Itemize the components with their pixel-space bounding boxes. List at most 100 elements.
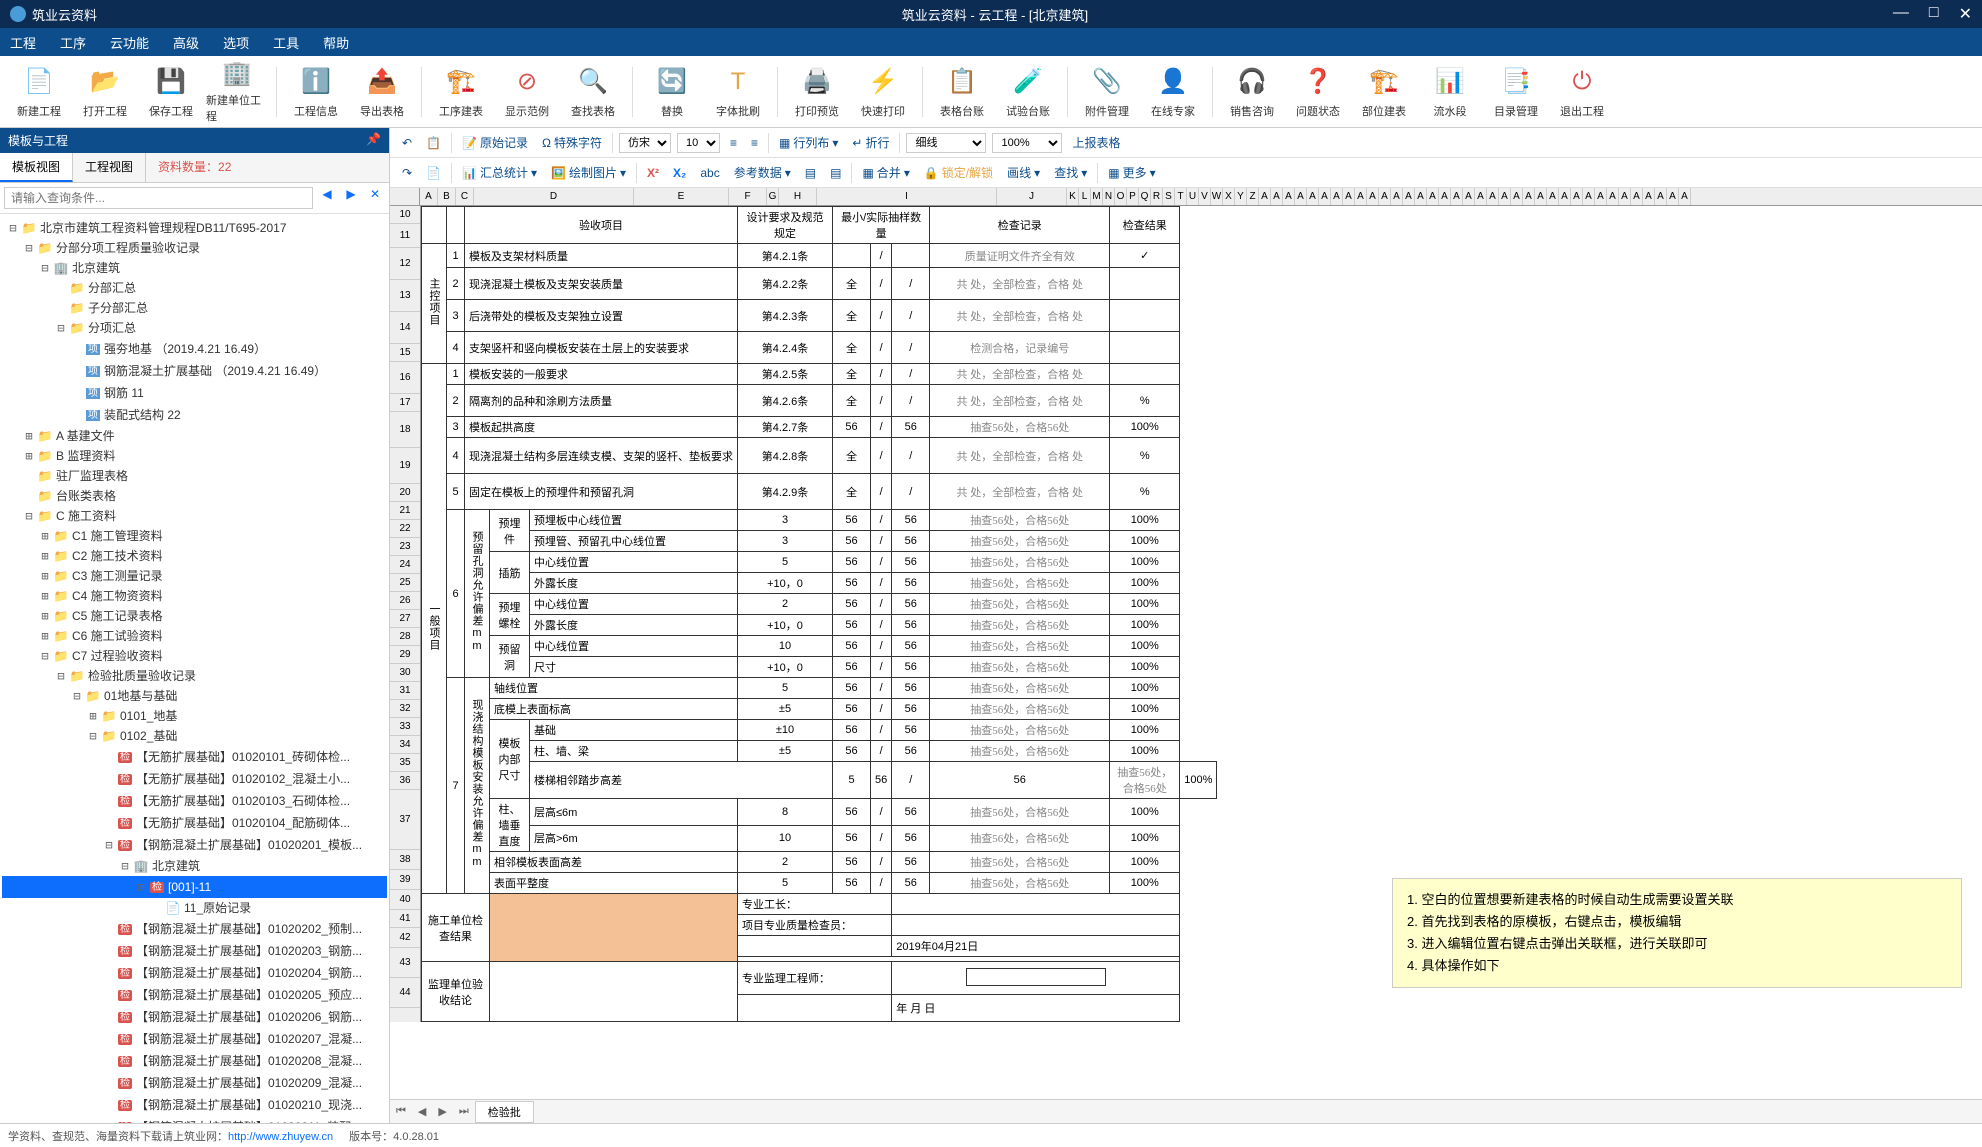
tree-view[interactable]: ⊟📁北京市建筑工程资料管理规程DB11/T695-2017⊟📁分部分项工程质量验… [0, 214, 389, 1123]
toolbar-工程信息[interactable]: ℹ️工程信息 [285, 60, 347, 124]
size-select[interactable]: 10 [677, 133, 720, 153]
tab-next-icon[interactable]: ▶ [432, 1105, 452, 1118]
tree-node[interactable]: 检【钢筋混凝土扩展基础】01020209_混凝... [2, 1072, 387, 1094]
tree-node[interactable]: 📄11_原始记录 [2, 898, 387, 918]
search-next-icon[interactable]: ▶ [341, 187, 361, 209]
toolbar-退出工程[interactable]: ⏻退出工程 [1551, 60, 1613, 124]
menu-工序[interactable]: 工序 [60, 33, 86, 52]
tree-node[interactable]: ⊟检【钢筋混凝土扩展基础】01020201_模板... [2, 834, 387, 856]
toolbar-打印预览[interactable]: 🖨️打印预览 [786, 60, 848, 124]
tab-project-view[interactable]: 工程视图 [73, 153, 146, 182]
toolbar-打开工程[interactable]: 📂打开工程 [74, 60, 136, 124]
tree-node[interactable]: 项钢筋 11 [2, 382, 387, 404]
close-button[interactable]: ✕ [1959, 4, 1972, 24]
menu-选项[interactable]: 选项 [223, 33, 249, 52]
spreadsheet-area[interactable]: ABCDEFGHIJKLMNOPQRSTUVWXYZAAAAAAAAAAAAAA… [390, 188, 1982, 1099]
toolbar-试验台账[interactable]: 🧪试验台账 [997, 60, 1059, 124]
tree-node[interactable]: 📁子分部汇总 [2, 298, 387, 318]
tree-node[interactable]: 检【钢筋混凝土扩展基础】01020204_钢筋... [2, 962, 387, 984]
align-left-icon[interactable]: ≡ [726, 134, 741, 152]
tree-node[interactable]: ⊞📁C3 施工测量记录 [2, 566, 387, 586]
tree-node[interactable]: 检【钢筋混凝土扩展基础】01020202_预制... [2, 918, 387, 940]
tree-node[interactable]: 项装配式结构 22 [2, 404, 387, 426]
maximize-button[interactable]: □ [1929, 4, 1939, 24]
tree-node[interactable]: 📁台账类表格 [2, 486, 387, 506]
tab-last-icon[interactable]: ⏭ [453, 1105, 475, 1118]
redo-button[interactable]: ↷ [398, 164, 416, 182]
tab-prev-icon[interactable]: ◀ [412, 1105, 432, 1118]
tab-template-view[interactable]: 模板视图 [0, 153, 73, 182]
drawline-button[interactable]: 画线 ▾ [1003, 162, 1044, 183]
toolbar-显示范例[interactable]: ⊘显示范例 [496, 60, 558, 124]
toolbar-快速打印[interactable]: ⚡快速打印 [852, 60, 914, 124]
tree-node[interactable]: 📁分部汇总 [2, 278, 387, 298]
toolbar-新建工程[interactable]: 📄新建工程 [8, 60, 70, 124]
tree-node[interactable]: ⊟📁分项汇总 [2, 318, 387, 338]
tree-node[interactable]: ⊞📁C6 施工试验资料 [2, 626, 387, 646]
tree-node[interactable]: 项钢筋混凝土扩展基础 （2019.4.21 16.49） [2, 360, 387, 382]
find-button[interactable]: 查找 ▾ [1050, 162, 1091, 183]
tree-node[interactable]: ⊟📁分部分项工程质量验收记录 [2, 238, 387, 258]
draw-image-button[interactable]: 🖼️ 绘制图片 ▾ [547, 162, 630, 183]
toolbar-导出表格[interactable]: 📤导出表格 [351, 60, 413, 124]
menu-帮助[interactable]: 帮助 [323, 33, 349, 52]
toolbar-表格台账[interactable]: 📋表格台账 [931, 60, 993, 124]
toolbar-销售咨询[interactable]: 🎧销售咨询 [1221, 60, 1283, 124]
tree-node[interactable]: ⊟📁0102_基础 [2, 726, 387, 746]
tree-node[interactable]: ⊟📁检验批质量验收记录 [2, 666, 387, 686]
sidebar-pin-icon[interactable]: 📌 [366, 132, 381, 149]
tree-node[interactable]: 检【钢筋混凝土扩展基础】01020210_现浇... [2, 1094, 387, 1116]
tree-node[interactable]: 检【钢筋混凝土扩展基础】01020208_混凝... [2, 1050, 387, 1072]
strikethrough-button[interactable]: abc [696, 164, 723, 182]
toolbar-查找表格[interactable]: 🔍查找表格 [562, 60, 624, 124]
toolbar-工序建表[interactable]: 🏗️工序建表 [430, 60, 492, 124]
tree-node[interactable]: 📁驻厂监理表格 [2, 466, 387, 486]
search-clear-icon[interactable]: ✕ [365, 187, 385, 209]
menu-云功能[interactable]: 云功能 [110, 33, 149, 52]
tree-node[interactable]: 检【无筋扩展基础】01020104_配筋砌体... [2, 812, 387, 834]
tree-node[interactable]: 检【钢筋混凝土扩展基础】01020207_混凝... [2, 1028, 387, 1050]
toolbar-流水段[interactable]: 📊流水段 [1419, 60, 1481, 124]
merge-button[interactable]: ▦ 合并 ▾ [858, 162, 913, 183]
tree-node[interactable]: ⊞📁B 监理资料 [2, 446, 387, 466]
toolbar-保存工程[interactable]: 💾保存工程 [140, 60, 202, 124]
tree-node[interactable]: ⊟🏢北京建筑 [2, 856, 387, 876]
tree-node[interactable]: 检【无筋扩展基础】01020101_砖砌体检... [2, 746, 387, 768]
valign-icon[interactable]: ▤ [801, 164, 820, 182]
wrap-button[interactable]: ↵ 折行 [848, 132, 893, 153]
tree-node[interactable]: ⊟检[001]-11 [2, 876, 387, 898]
paste-icon[interactable]: 📋 [422, 134, 445, 152]
toolbar-替换[interactable]: 🔄替换 [641, 60, 703, 124]
toolbar-附件管理[interactable]: 📎附件管理 [1076, 60, 1138, 124]
reference-data-button[interactable]: 参考数据 ▾ [730, 162, 795, 183]
line-select[interactable]: 细线 [906, 133, 986, 153]
tree-node[interactable]: ⊞📁0101_地基 [2, 706, 387, 726]
stats-button[interactable]: 📊 汇总统计 ▾ [458, 162, 541, 183]
menu-工具[interactable]: 工具 [273, 33, 299, 52]
toolbar-部位建表[interactable]: 🏗️部位建表 [1353, 60, 1415, 124]
tree-node[interactable]: ⊟📁北京市建筑工程资料管理规程DB11/T695-2017 [2, 218, 387, 238]
upload-button[interactable]: 上报表格 [1068, 132, 1124, 153]
toolbar-问题状态[interactable]: ❓问题状态 [1287, 60, 1349, 124]
search-input[interactable] [4, 187, 313, 209]
subscript-button[interactable]: X₂ [669, 164, 690, 182]
tree-node[interactable]: 检【钢筋混凝土扩展基础】01020206_钢筋... [2, 1006, 387, 1028]
lock-button[interactable]: 🔒 锁定/解锁 [920, 162, 997, 183]
tree-node[interactable]: ⊞📁C5 施工记录表格 [2, 606, 387, 626]
font-select[interactable]: 仿宋 [619, 133, 671, 153]
tree-node[interactable]: ⊞📁C2 施工技术资料 [2, 546, 387, 566]
inspection-table[interactable]: 验收项目设计要求及规范规定最小/实际抽样数量检查记录检查结果主控项目1模板及支架… [421, 206, 1217, 1022]
tree-node[interactable]: 项强夯地基 （2019.4.21 16.49） [2, 338, 387, 360]
menu-高级[interactable]: 高级 [173, 33, 199, 52]
tree-node[interactable]: 检【钢筋混凝土扩展基础】01020205_预应... [2, 984, 387, 1006]
valign2-icon[interactable]: ▤ [826, 164, 845, 182]
special-char-button[interactable]: Ω 特殊字符 [538, 132, 606, 153]
tree-node[interactable]: 检【无筋扩展基础】01020102_混凝土小... [2, 768, 387, 790]
superscript-button[interactable]: X² [643, 164, 663, 182]
toolbar-在线专家[interactable]: 👤在线专家 [1142, 60, 1204, 124]
tree-node[interactable]: ⊟🏢北京建筑 [2, 258, 387, 278]
tree-node[interactable]: 检【钢筋混凝土扩展基础】01020203_钢筋... [2, 940, 387, 962]
undo-button[interactable]: ↶ [398, 134, 416, 152]
menu-工程[interactable]: 工程 [10, 33, 36, 52]
more-button[interactable]: ▦ 更多 ▾ [1104, 162, 1159, 183]
